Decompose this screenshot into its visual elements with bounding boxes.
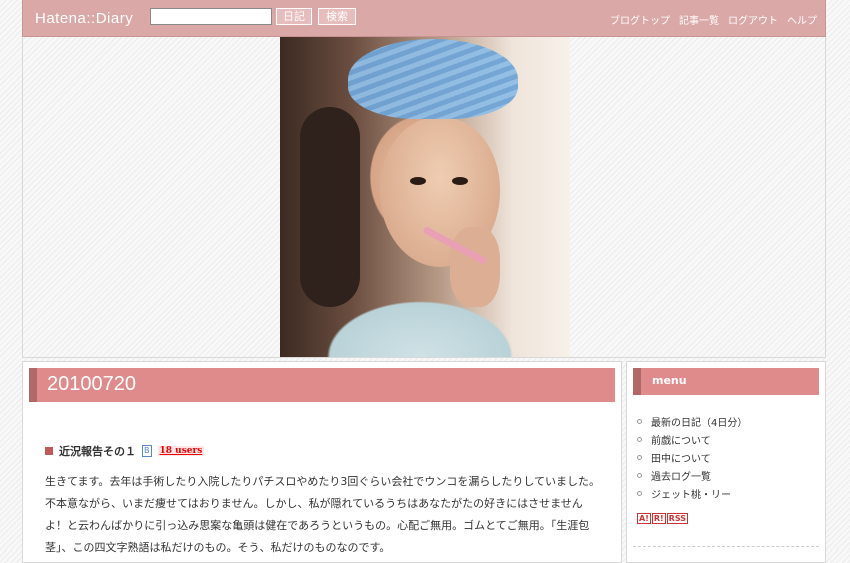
date-header: 20100720 (29, 368, 615, 402)
photo-headscarf (348, 39, 518, 119)
search-input[interactable] (150, 8, 272, 25)
sidebar-divider (633, 546, 819, 547)
menu-item-jet[interactable]: ジェット桃・リー (637, 484, 747, 502)
nav-logout[interactable]: ログアウト (728, 12, 778, 27)
main-column: 20100720 近況報告その１ B 18 users 生きてます。去年は手術し… (22, 361, 622, 563)
rss-reader-icon[interactable]: R! (651, 513, 666, 524)
menu-item-archive[interactable]: 過去ログ一覧 (637, 466, 747, 484)
diary-search-button[interactable]: 日記 (276, 8, 312, 25)
top-nav: ブログトップ 記事一覧 ログアウト ヘルプ (610, 12, 817, 27)
menu-header: menu (633, 368, 819, 395)
entry-body: 生きてます。去年は手術したり入院したりパチスロやめたり3回ぐらい会社でウンコを漏… (45, 475, 601, 554)
menu-item-label: 田中について (651, 453, 711, 465)
hatena-bookmark-icon[interactable]: B (142, 445, 152, 457)
nav-help[interactable]: ヘルプ (787, 12, 817, 27)
header-photo (280, 37, 570, 357)
header-image-area (22, 37, 826, 358)
nav-article-list[interactable]: 記事一覧 (679, 12, 719, 27)
site-logo[interactable]: Hatena::Diary (35, 10, 133, 27)
menu-title: menu (652, 374, 687, 387)
search-button[interactable]: 検索 (318, 8, 356, 25)
photo-hand (450, 227, 500, 307)
bullet-icon (637, 472, 642, 478)
nav-blog-top[interactable]: ブログトップ (610, 12, 670, 27)
entry-title[interactable]: 近況報告その１ (59, 443, 136, 459)
square-bullet-icon (45, 447, 53, 455)
diary-page: Hatena::Diary 日記 検索 ブログトップ 記事一覧 ログアウト ヘル… (22, 0, 826, 563)
menu-item-latest[interactable]: 最新の日記（4日分） (637, 412, 747, 430)
top-bar: Hatena::Diary 日記 検索 ブログトップ 記事一覧 ログアウト ヘル… (22, 0, 826, 37)
feed-icons: A! R! RSS (637, 513, 688, 524)
bookmark-users-badge[interactable]: 18 users (157, 446, 205, 456)
menu-item-foreplay[interactable]: 前戯について (637, 430, 747, 448)
photo-eye-left (410, 177, 426, 185)
menu-item-label: ジェット桃・リー (651, 489, 731, 501)
sidebar: menu 最新の日記（4日分） 前戯について 田中について 過去ログ一覧 ジェッ… (626, 361, 826, 563)
entry-title-row: 近況報告その１ B 18 users (45, 443, 205, 459)
menu-item-label: 前戯について (651, 435, 711, 447)
photo-eye-right (452, 177, 468, 185)
entry-date[interactable]: 20100720 (47, 373, 136, 396)
menu-item-label: 最新の日記（4日分） (651, 417, 748, 429)
menu-item-label: 過去ログ一覧 (651, 471, 711, 483)
photo-hair (300, 107, 360, 307)
rss-icon[interactable]: RSS (666, 513, 688, 524)
bullet-icon (637, 490, 642, 496)
bullet-icon (637, 454, 642, 460)
bullet-icon (637, 436, 642, 442)
menu-list: 最新の日記（4日分） 前戯について 田中について 過去ログ一覧 ジェット桃・リー (637, 412, 747, 502)
menu-item-tanaka[interactable]: 田中について (637, 448, 747, 466)
antenna-icon[interactable]: A! (637, 513, 651, 524)
bullet-icon (637, 418, 642, 424)
